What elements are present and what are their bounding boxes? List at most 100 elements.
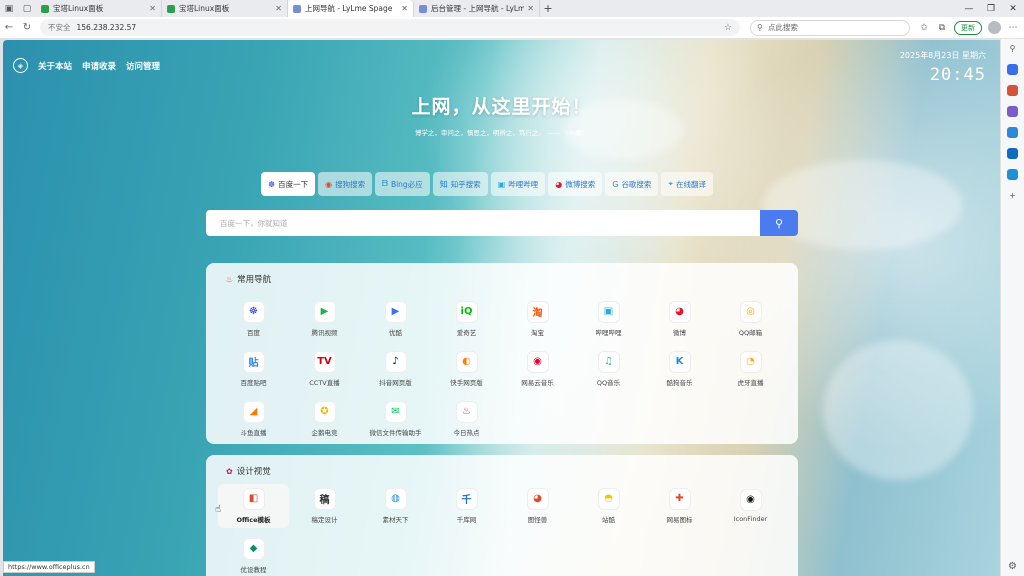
site-link[interactable]: K 酷狗音乐 (644, 347, 715, 391)
tab-list: 宝塔Linux面板 ✕ 宝塔Linux面板 ✕ 上网导航 - LyLme Spage ✕ 后… (36, 0, 540, 17)
tab-close-icon[interactable]: ✕ (149, 4, 156, 13)
workspaces-icon[interactable]: ▣ (0, 0, 18, 17)
site-link[interactable]: ☸ 百度 (218, 297, 289, 341)
site-icon: ✪ (314, 401, 335, 422)
site-link[interactable]: ◕ 微博 (644, 297, 715, 341)
site-link[interactable]: ◕ 图怪兽 (502, 484, 573, 528)
browser-tab[interactable]: 后台管理 - 上网导航 - LyLme Spa...✕ (414, 0, 540, 17)
sidebar-copilot-icon[interactable] (1007, 127, 1018, 138)
close-icon[interactable]: ✕ (1002, 4, 1024, 14)
tab-close-icon[interactable]: ✕ (401, 4, 408, 13)
design-icon: ✿ (226, 466, 233, 476)
nav-admin[interactable]: 访问管理 (126, 60, 160, 72)
site-link[interactable]: 稿稿定设计 (289, 484, 360, 528)
more-menu-icon[interactable]: ⋯ (1007, 23, 1019, 33)
engine-tab[interactable]: ▣ 哔哩哔哩 (490, 172, 546, 196)
site-link[interactable]: ◔ 虎牙直播 (715, 347, 786, 391)
site-icon: ✉ (385, 401, 406, 422)
sidebar-tag-icon[interactable] (1007, 64, 1018, 75)
update-button[interactable]: 更新 (954, 20, 982, 35)
search-icon: ⚲ (774, 216, 784, 230)
site-link[interactable]: ◎ QQ邮箱 (715, 297, 786, 341)
engine-tab[interactable]: G 谷歌搜索 (605, 172, 659, 196)
site-label: 企鹅电竞 (311, 428, 338, 437)
browser-tab[interactable]: 上网导航 - LyLme Spage ✕ (288, 0, 414, 17)
site-label: 网易云音乐 (521, 378, 554, 387)
favorites-icon[interactable]: ✩ (918, 23, 930, 33)
site-link[interactable]: ✪ 企鹅电竞 (289, 397, 360, 441)
site-icon: TV (314, 351, 335, 372)
engine-icon: ▣ (497, 179, 506, 189)
sidebar-briefcase-icon[interactable] (1007, 85, 1018, 96)
site-link[interactable]: ◆ 优设教程 (218, 534, 289, 576)
sidebar-send-icon[interactable] (1007, 169, 1018, 180)
site-label: 酷狗音乐 (666, 378, 693, 387)
site-label: QQ邮箱 (738, 328, 763, 337)
sidebar-people-icon[interactable] (1007, 106, 1018, 117)
site-link[interactable]: ◧ Office模板 (218, 484, 289, 528)
site-link[interactable]: ◉ IconFinder (715, 484, 786, 528)
background-foam (763, 160, 963, 250)
nav-about[interactable]: 关于本站 (38, 60, 72, 72)
url-field[interactable]: 不安全 156.238.232.57 ☆ (40, 19, 740, 36)
site-link[interactable]: ▶ 腾讯视频 (289, 297, 360, 341)
browser-tab[interactable]: 宝塔Linux面板 ✕ (162, 0, 288, 17)
site-link[interactable]: ◢ 斗鱼直播 (218, 397, 289, 441)
site-link[interactable]: 淘淘宝 (502, 297, 573, 341)
site-icon: ◔ (740, 351, 761, 372)
site-link[interactable]: ◍ 素材天下 (360, 484, 431, 528)
site-icon: ▣ (598, 301, 619, 322)
reload-icon[interactable]: ↻ (18, 22, 36, 33)
engine-tab[interactable]: ☸ 百度一下 (261, 172, 316, 196)
favorite-star-icon[interactable]: ☆ (724, 23, 732, 33)
site-link[interactable]: ♪ 抖音网页版 (360, 347, 431, 391)
site-link[interactable]: 贴百度贴吧 (218, 347, 289, 391)
site-link[interactable]: ▶ 优酷 (360, 297, 431, 341)
site-link[interactable]: ◉ 网易云音乐 (502, 347, 573, 391)
search-button[interactable]: ⚲ (760, 210, 798, 236)
security-warning[interactable]: 不安全 (48, 22, 71, 33)
site-link[interactable]: ◐ 快手网页版 (431, 347, 502, 391)
sidebar-search-icon[interactable]: ⚲ (1007, 43, 1018, 54)
nav-apply[interactable]: 申请收录 (82, 60, 116, 72)
search-input[interactable]: 百度一下，你就知道 (206, 210, 760, 236)
engine-tab[interactable]: ◕ 微博搜索 (548, 172, 603, 196)
site-link[interactable]: ▣ 哔哩哔哩 (573, 297, 644, 341)
site-link[interactable]: ◓ 站酷 (573, 484, 644, 528)
engine-tab[interactable]: ᗷ Bing必应 (375, 172, 430, 196)
profile-avatar[interactable] (988, 21, 1001, 34)
site-link[interactable]: ✉ 微信文件传输助手 (360, 397, 431, 441)
new-tab-button[interactable]: + (540, 0, 556, 17)
split-screen-icon[interactable]: ⧉ (936, 23, 948, 33)
section-title-text: 设计视觉 (236, 467, 271, 477)
site-label: 稿定设计 (311, 515, 338, 524)
site-link[interactable]: ♫ QQ音乐 (573, 347, 644, 391)
maximize-icon[interactable]: ❐ (980, 4, 1002, 14)
section-title: ✿ 设计视觉 (226, 465, 271, 478)
site-icon: 淘 (527, 301, 548, 322)
site-link[interactable]: TV CCTV直播 (289, 347, 360, 391)
tab-close-icon[interactable]: ✕ (527, 4, 534, 13)
sidebar-add-icon[interactable]: + (1007, 190, 1018, 201)
site-icon: ♨ (456, 401, 477, 422)
section-title: ♨ 常用导航 (226, 273, 271, 286)
browser-tab[interactable]: 宝塔Linux面板 ✕ (36, 0, 162, 17)
engine-tab[interactable]: ◉ 搜狗搜索 (318, 172, 373, 196)
tab-actions-icon[interactable]: ▢ (18, 0, 36, 17)
sidebar-settings-icon[interactable]: ⚙ (1007, 561, 1018, 572)
engine-tab[interactable]: 知知乎搜索 (432, 172, 488, 196)
site-link[interactable]: ✚ 网易图标 (644, 484, 715, 528)
engine-tab[interactable]: ⌖ 在线翻译 (661, 172, 713, 196)
tab-close-icon[interactable]: ✕ (275, 4, 282, 13)
site-link[interactable]: 千千库网 (431, 484, 502, 528)
site-label: 哔哩哔哩 (595, 328, 622, 337)
tab-favicon-icon (167, 4, 175, 13)
back-icon[interactable]: ← (0, 22, 18, 33)
site-logo-icon[interactable]: ◈ (13, 58, 28, 73)
minimize-icon[interactable]: — (958, 4, 980, 14)
site-link[interactable]: iQ 爱奇艺 (431, 297, 502, 341)
browser-search-input[interactable]: ⚲ 点此搜索 (750, 19, 910, 36)
site-icon: ◉ (740, 489, 761, 510)
site-link[interactable]: ♨ 今日热点 (431, 397, 502, 441)
sidebar-outlook-icon[interactable] (1007, 148, 1018, 159)
